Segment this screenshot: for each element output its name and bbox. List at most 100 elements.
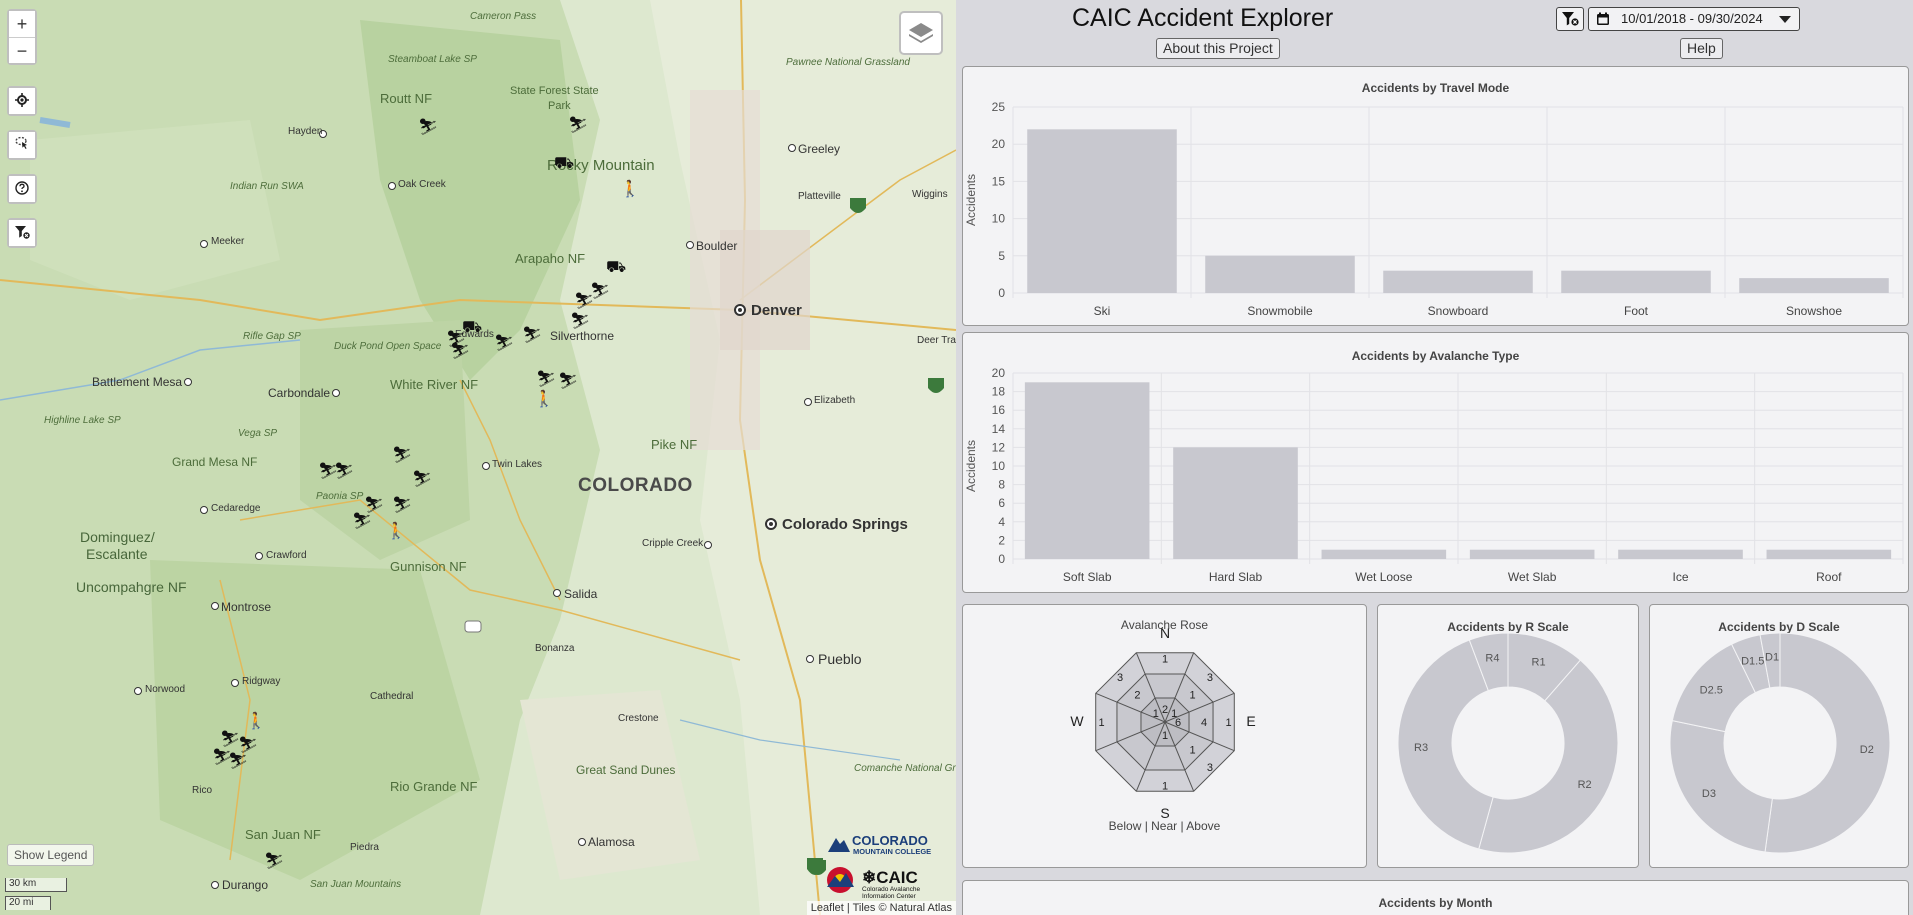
map-help-button[interactable] xyxy=(9,176,35,202)
y-tick-label: 20 xyxy=(992,137,1006,151)
accident-marker-ski-icon[interactable]: ⛷ xyxy=(228,752,248,772)
city-dot xyxy=(482,462,490,470)
city-dot xyxy=(211,881,219,889)
dashboard-panel: CAIC Accident Explorer About this Projec… xyxy=(956,0,1913,915)
map-label-region: Rio Grande NF xyxy=(390,779,478,794)
rose-count-ne: 1 xyxy=(1190,689,1196,701)
slice-label: D2 xyxy=(1860,744,1874,756)
y-tick-label: 20 xyxy=(992,366,1006,380)
accident-marker-hiker-icon[interactable]: 🚶 xyxy=(534,390,554,410)
x-tick-label: Ski xyxy=(1094,304,1111,318)
accident-marker-ski-icon[interactable]: ⛷ xyxy=(558,372,578,392)
rose-count-nw: 1 xyxy=(1153,708,1159,720)
accident-marker-ski-icon[interactable]: ⛷ xyxy=(418,118,438,138)
bar-snowmobile xyxy=(1205,255,1355,293)
accident-marker-hiker-icon[interactable]: 🚶 xyxy=(246,712,266,732)
accident-marker-ski-icon[interactable]: ⛷ xyxy=(352,512,372,532)
map-label-park: Pawnee National Grassland xyxy=(786,57,910,68)
crosshair-icon xyxy=(15,93,29,107)
filter-clear-icon xyxy=(15,226,30,239)
city-dot xyxy=(332,389,340,397)
accident-marker-ski-icon[interactable]: ⛷ xyxy=(334,462,354,482)
rose-direction-e: E xyxy=(1246,713,1255,729)
svg-text:❄CAIC: ❄CAIC xyxy=(862,868,918,887)
map-label-park: Highline Lake SP xyxy=(44,415,121,426)
city-label: Cripple Creek xyxy=(642,538,704,549)
x-tick-label: Soft Slab xyxy=(1063,570,1112,584)
map-label-park: Vega SP xyxy=(238,428,278,439)
interstate-25-icon xyxy=(806,857,824,879)
calendar-icon xyxy=(1597,12,1609,25)
slice-label: R3 xyxy=(1414,742,1428,754)
help-control xyxy=(7,174,37,204)
reset-filter-button[interactable] xyxy=(1556,7,1584,31)
city-dot xyxy=(804,398,812,406)
accident-marker-snowmobile-icon[interactable]: ⛟ xyxy=(606,258,626,278)
accident-marker-ski-icon[interactable]: ⛷ xyxy=(264,852,284,872)
layers-button[interactable] xyxy=(899,11,943,55)
filter-clear-icon xyxy=(1562,12,1579,26)
accident-marker-ski-icon[interactable]: ⛷ xyxy=(568,116,588,136)
zoom-in-button[interactable]: + xyxy=(9,11,35,37)
scale-bar-mi: 20 mi xyxy=(5,896,51,910)
svg-text:COLORADO: COLORADO xyxy=(852,833,928,848)
clear-filter-button[interactable] xyxy=(9,220,35,246)
accident-marker-ski-icon[interactable]: ⛷ xyxy=(536,370,556,390)
map-view[interactable]: COLORADO Rocky Mountain Arapaho NF Routt… xyxy=(0,0,956,915)
locate-control xyxy=(7,86,37,116)
map-label-region: Great Sand Dunes xyxy=(576,763,676,777)
zoom-out-button[interactable]: − xyxy=(9,37,35,63)
x-tick-label: Snowshoe xyxy=(1786,304,1842,318)
accident-marker-hiker-icon[interactable]: 🚶 xyxy=(386,522,406,542)
city-dot xyxy=(211,602,219,610)
accident-marker-ski-icon[interactable]: ⛷ xyxy=(220,730,240,750)
month-chart-card: Accidents by Month xyxy=(962,880,1909,915)
city-label: Ridgway xyxy=(242,676,281,687)
city-label: Cathedral xyxy=(370,691,414,702)
slice-label: R4 xyxy=(1485,652,1499,664)
city-label: Oak Creek xyxy=(398,179,446,190)
city-label: Bonanza xyxy=(535,643,575,654)
accident-marker-snowmobile-icon[interactable]: ⛟ xyxy=(554,154,574,174)
city-dot xyxy=(184,378,192,386)
y-tick-label: 10 xyxy=(992,212,1006,226)
city-label: Boulder xyxy=(696,239,738,253)
accident-marker-ski-icon[interactable]: ⛷ xyxy=(392,446,412,466)
slice-r3 xyxy=(1397,639,1494,850)
map-label-region: White River NF xyxy=(390,377,479,392)
show-legend-button[interactable]: Show Legend xyxy=(7,844,95,866)
city-dot xyxy=(788,144,796,152)
map-label-region: Pike NF xyxy=(651,437,698,452)
accident-marker-ski-icon[interactable]: ⛷ xyxy=(574,292,594,312)
rose-count-e: 4 xyxy=(1201,717,1207,729)
lasso-icon xyxy=(15,136,27,149)
map-attribution[interactable]: Leaflet | Tiles © Natural Atlas xyxy=(806,901,956,915)
lasso-select-button[interactable] xyxy=(9,132,35,158)
accident-marker-hiker-icon[interactable]: 🚶 xyxy=(620,180,640,200)
help-button[interactable]: Help xyxy=(1680,38,1723,59)
locate-button[interactable] xyxy=(9,88,35,114)
map-label-region: Escalante xyxy=(86,546,148,562)
accident-marker-ski-icon[interactable]: ⛷ xyxy=(392,496,412,516)
map-label-park: Steamboat Lake SP xyxy=(388,54,477,65)
city-label: Pueblo xyxy=(818,651,862,667)
accident-marker-ski-icon[interactable]: ⛷ xyxy=(412,470,432,490)
y-tick-label: 2 xyxy=(998,533,1005,547)
accident-marker-ski-icon[interactable]: ⛷ xyxy=(522,326,542,346)
r-scale-donut-chart: R1 R2 R3 R4 xyxy=(1397,632,1619,854)
y-tick-label: 12 xyxy=(992,440,1006,454)
svg-text:MOUNTAIN COLLEGE: MOUNTAIN COLLEGE xyxy=(853,847,931,856)
accident-marker-ski-icon[interactable]: ⛷ xyxy=(570,312,590,332)
rose-count-e: 1 xyxy=(1225,717,1231,729)
chart-title: Accidents by Month xyxy=(1378,896,1493,910)
bar-snowboard xyxy=(1383,270,1533,293)
bar-ice xyxy=(1618,549,1743,559)
x-tick-label: Foot xyxy=(1624,304,1649,318)
accident-marker-ski-icon[interactable]: ⛷ xyxy=(494,334,514,354)
x-tick-label: Roof xyxy=(1816,570,1842,584)
about-project-button[interactable]: About this Project xyxy=(1156,38,1280,59)
date-range-picker[interactable]: 10/01/2018 - 09/30/2024 xyxy=(1588,7,1800,31)
accident-marker-ski-icon[interactable]: ⛷ xyxy=(450,342,470,362)
city-label: Greeley xyxy=(798,142,841,156)
rose-count-s: 1 xyxy=(1162,730,1168,742)
